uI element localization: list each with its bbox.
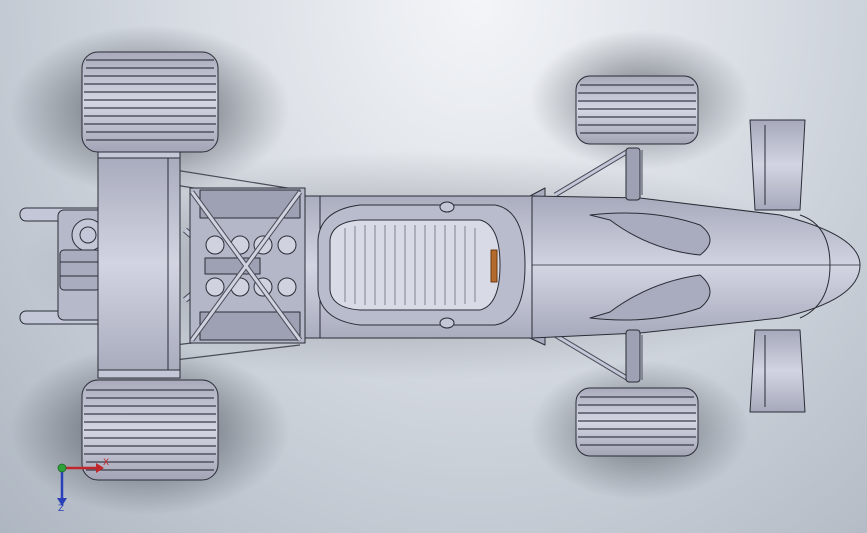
x-axis-label: X — [103, 458, 110, 468]
engine — [189, 187, 306, 344]
rear-wing — [97, 149, 181, 379]
front-right-tyre — [575, 387, 699, 457]
rear-left-tyre — [81, 51, 219, 153]
car-model[interactable] — [0, 0, 867, 533]
front-wing-upper — [749, 119, 806, 211]
graphics-area[interactable]: X Z — [0, 0, 867, 533]
monocoque — [304, 187, 546, 346]
nose — [531, 195, 861, 339]
z-axis-label: Z — [58, 504, 65, 514]
front-left-tyre — [575, 75, 699, 145]
front-wing-lower — [749, 329, 806, 413]
